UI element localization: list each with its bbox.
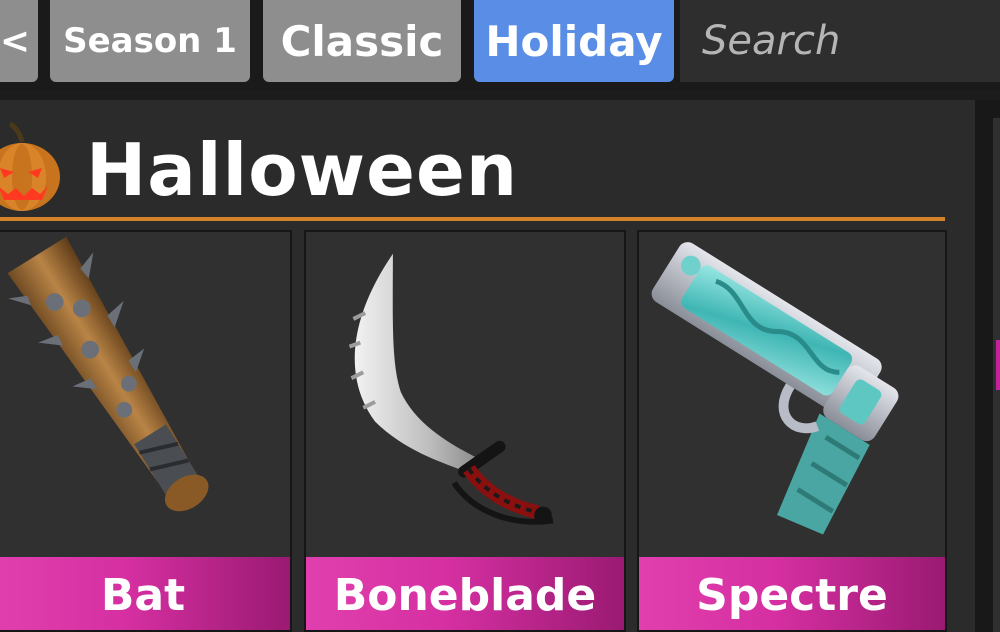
pumpkin-icon — [0, 122, 60, 211]
bone-sword-icon — [348, 253, 554, 525]
item-card-bat[interactable]: Bat — [0, 230, 292, 632]
item-name-spectre: Spectre — [639, 557, 945, 630]
top-tab-bar: < Season 1 Classic Holiday — [0, 0, 1000, 90]
spiked-bat-icon — [7, 236, 209, 512]
section-title: Halloween — [86, 128, 519, 212]
tab-classic[interactable]: Classic — [263, 0, 461, 82]
tab-season-1[interactable]: Season 1 — [50, 0, 250, 82]
item-name-boneblade: Boneblade — [306, 557, 624, 630]
item-card-boneblade[interactable]: Boneblade — [304, 230, 626, 632]
item-name-bat: Bat — [0, 557, 290, 630]
back-tab-button[interactable]: < — [0, 0, 38, 82]
item-card-spectre[interactable]: Spectre — [637, 230, 947, 632]
next-panel-accent — [996, 340, 1000, 390]
tab-holiday[interactable]: Holiday — [474, 0, 674, 82]
search-input[interactable] — [680, 0, 1000, 82]
spectre-revolver-icon — [651, 242, 899, 535]
section-divider — [0, 217, 945, 221]
